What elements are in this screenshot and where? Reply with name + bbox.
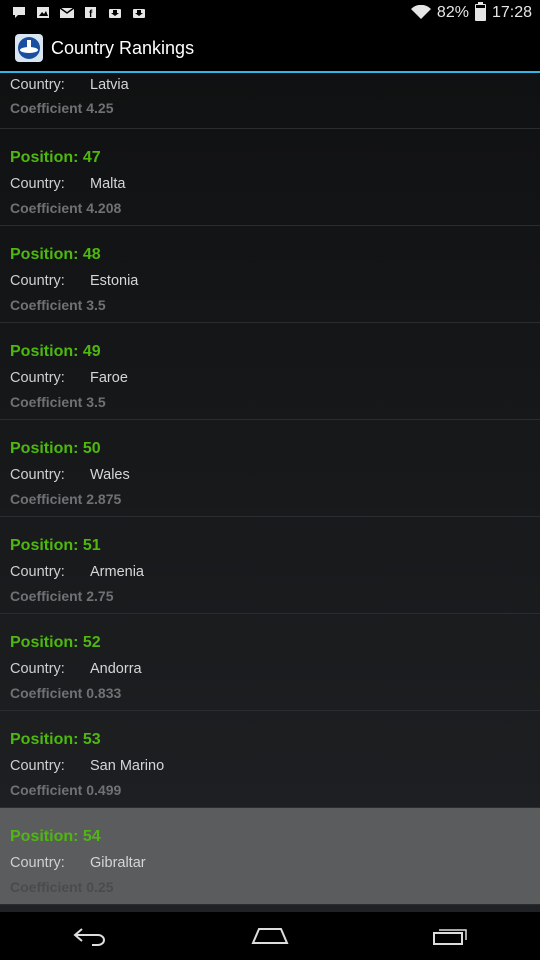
country-label: Country: <box>10 77 65 93</box>
battery-percent: 82% <box>436 3 469 21</box>
coefficient-value: Coefficient 4.25 <box>10 100 114 116</box>
list-item[interactable]: Country: Latvia Coefficient 4.25 <box>0 73 540 129</box>
country-label: Country: <box>10 273 65 289</box>
back-icon <box>73 928 105 946</box>
app-logo-icon[interactable] <box>15 34 43 62</box>
coefficient-value: Coefficient 0.25 <box>10 879 114 895</box>
home-button[interactable] <box>240 916 300 956</box>
download-icon <box>133 9 145 18</box>
list-item[interactable]: Position: 52 Country: Andorra Coefficien… <box>0 614 540 711</box>
coefficient-value: Coefficient 2.875 <box>10 491 122 507</box>
list-item[interactable]: Position: 54 Country: Gibraltar Coeffici… <box>0 808 540 905</box>
coefficient-value: Coefficient 2.75 <box>10 588 114 604</box>
country-label: Country: <box>10 176 65 192</box>
rankings-list[interactable]: Country: Latvia Coefficient 4.25 Positio… <box>0 73 540 912</box>
coefficient-value: Coefficient 0.499 <box>10 782 122 798</box>
list-item[interactable]: Position: 51 Country: Armenia Coefficien… <box>0 517 540 614</box>
country-value: San Marino <box>90 758 165 774</box>
position-value: Position: 52 <box>10 634 101 651</box>
country-value: Latvia <box>90 77 129 93</box>
list-item[interactable]: Position: 49 Country: Faroe Coefficient … <box>0 323 540 420</box>
recents-icon <box>433 929 467 945</box>
home-icon <box>251 928 289 944</box>
country-label: Country: <box>10 370 65 386</box>
country-value: Wales <box>90 467 130 483</box>
position-value: Position: 47 <box>10 149 101 166</box>
notification-icon <box>13 7 25 18</box>
country-label: Country: <box>10 758 65 774</box>
download-icon <box>109 9 121 18</box>
coefficient-value: Coefficient 3.5 <box>10 394 106 410</box>
position-value: Position: 54 <box>10 828 101 845</box>
back-button[interactable] <box>60 916 120 956</box>
list-item[interactable]: Position: 47 Country: Malta Coefficient … <box>0 129 540 226</box>
navigation-bar <box>0 912 540 960</box>
position-value: Position: 48 <box>10 246 101 263</box>
country-value: Estonia <box>90 273 139 289</box>
list-item[interactable]: Position: 53 Country: San Marino Coeffic… <box>0 711 540 808</box>
recents-button[interactable] <box>420 916 480 956</box>
page-title: Country Rankings <box>51 37 195 58</box>
wifi-icon <box>410 5 431 19</box>
country-value: Andorra <box>90 661 142 677</box>
country-value: Gibraltar <box>90 855 146 871</box>
notification-icons: f <box>0 7 146 18</box>
country-value: Faroe <box>90 370 128 386</box>
country-value: Armenia <box>90 564 144 580</box>
position-value: Position: 51 <box>10 537 101 554</box>
facebook-icon: f <box>85 7 96 18</box>
country-label: Country: <box>10 467 65 483</box>
country-label: Country: <box>10 564 65 580</box>
list-item[interactable]: Position: 48 Country: Estonia Coefficien… <box>0 226 540 323</box>
list-item[interactable]: Position: 50 Country: Wales Coefficient … <box>0 420 540 517</box>
gmail-icon <box>60 7 74 18</box>
position-value: Position: 50 <box>10 440 101 457</box>
image-icon <box>37 7 49 18</box>
clock: 17:28 <box>491 3 532 21</box>
country-label: Country: <box>10 661 65 677</box>
coefficient-value: Coefficient 4.208 <box>10 200 122 216</box>
country-value: Malta <box>90 176 126 192</box>
status-bar: f 82% 17:28 <box>0 0 540 25</box>
coefficient-value: Coefficient 0.833 <box>10 685 122 701</box>
battery-icon <box>474 2 486 21</box>
action-bar: Country Rankings <box>0 25 540 73</box>
coefficient-value: Coefficient 3.5 <box>10 297 106 313</box>
position-value: Position: 53 <box>10 731 101 748</box>
position-value: Position: 49 <box>10 343 101 360</box>
country-label: Country: <box>10 855 65 871</box>
